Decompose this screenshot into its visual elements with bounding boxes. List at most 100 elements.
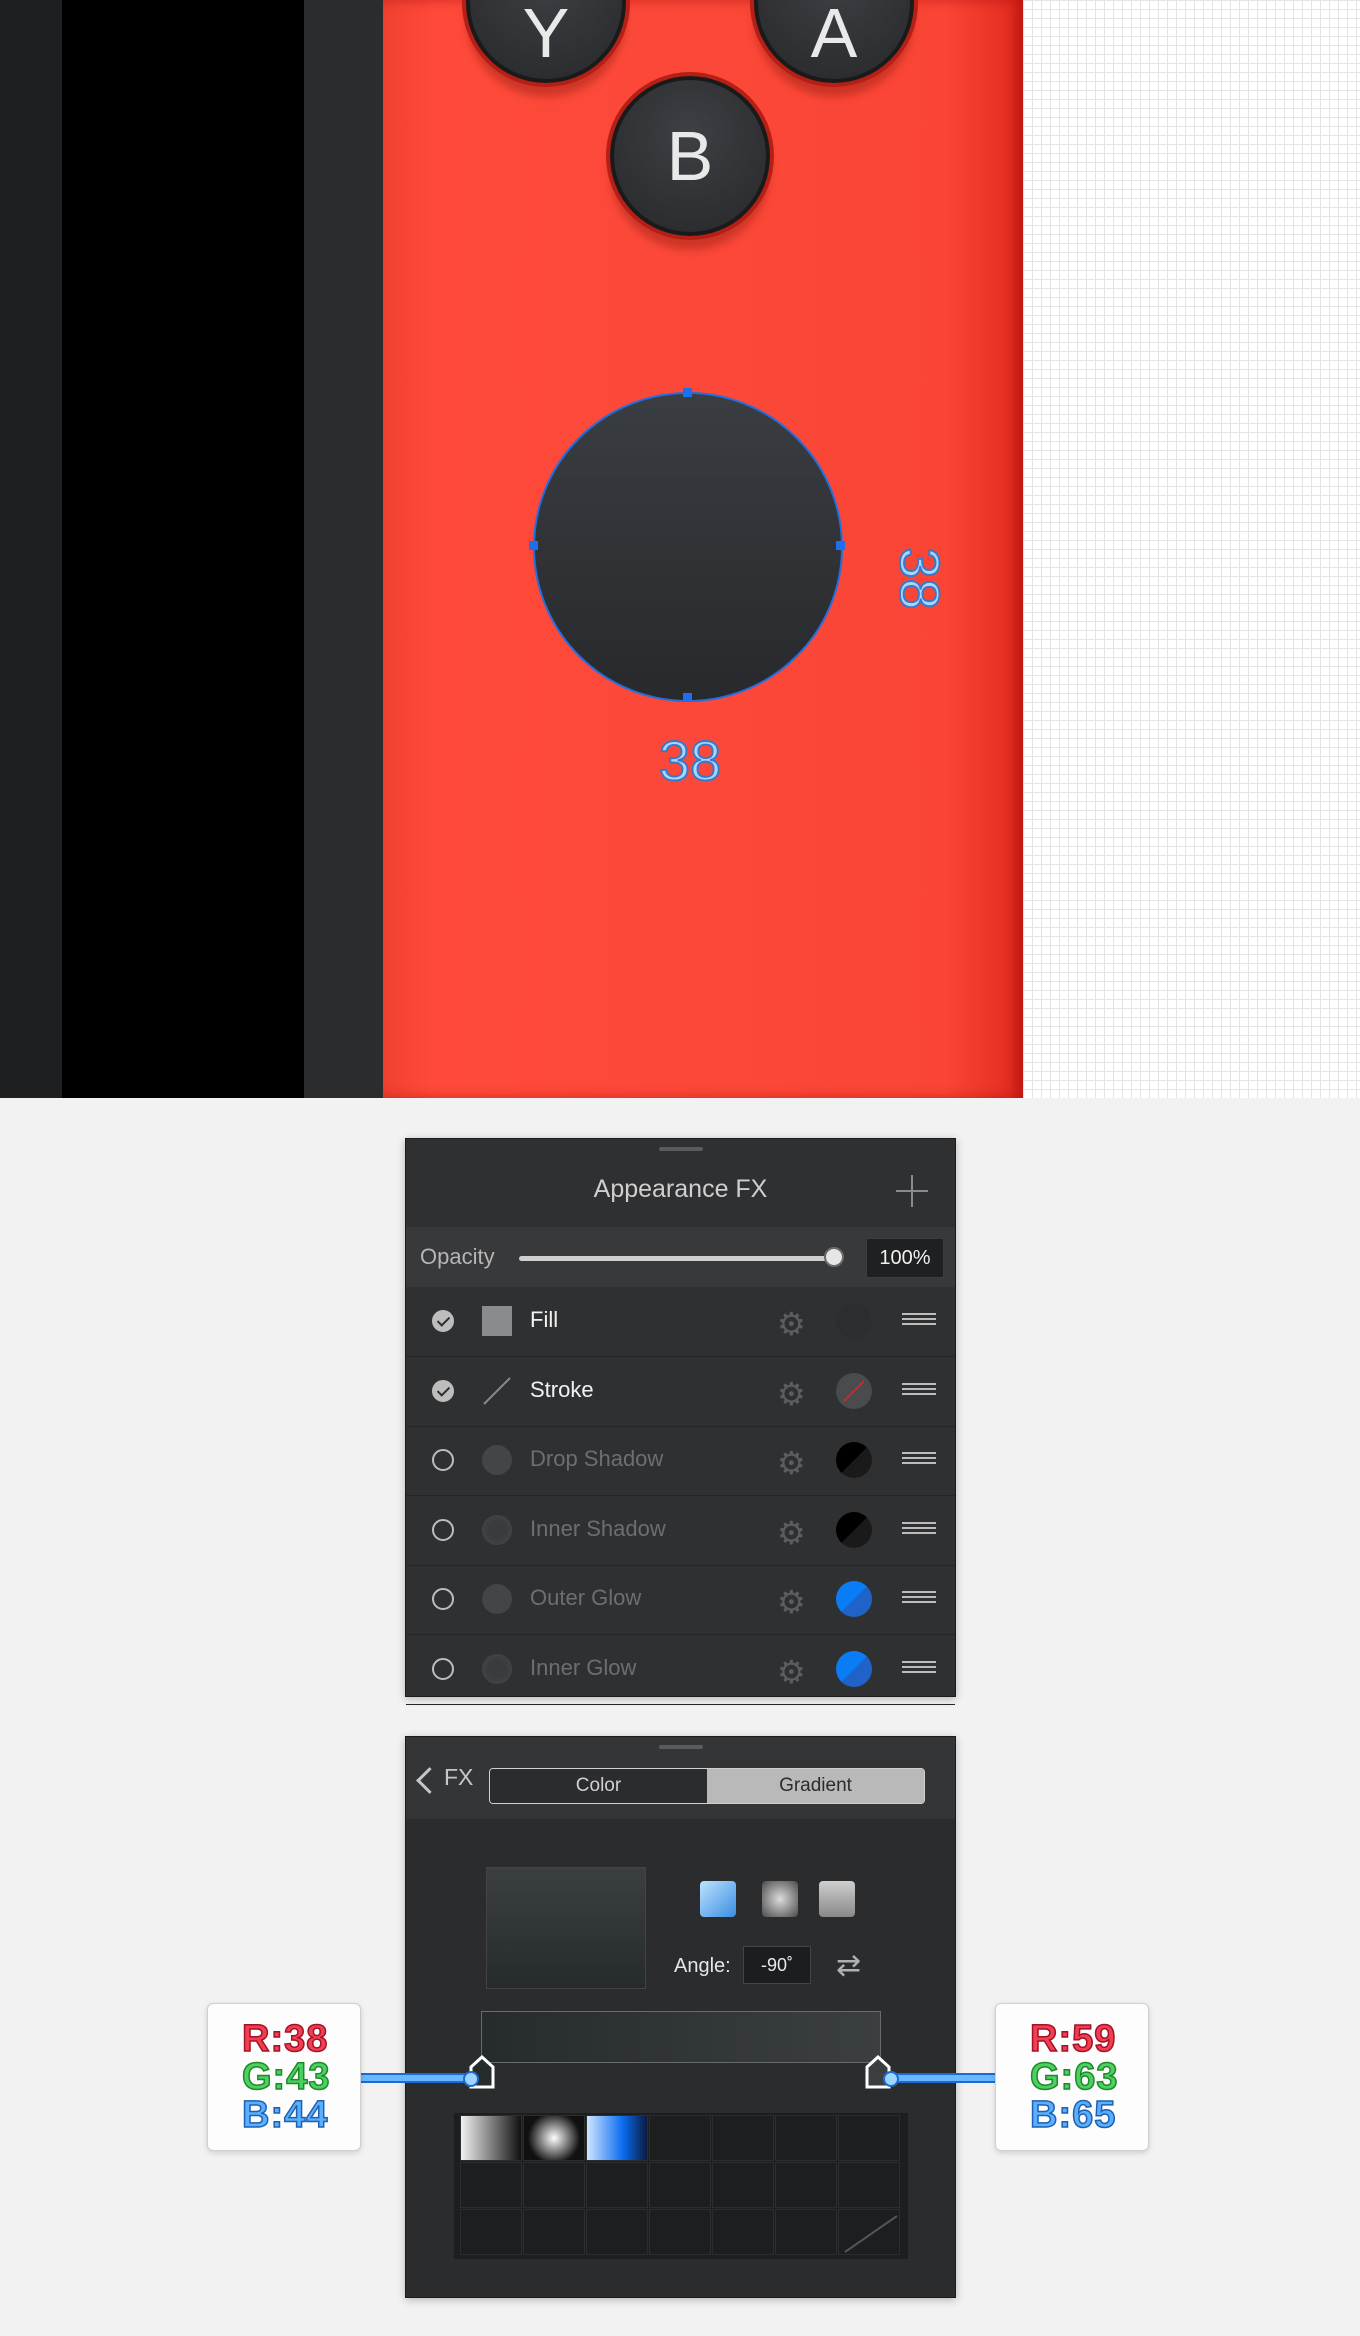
tab-gradient[interactable]: Gradient [707, 1769, 924, 1803]
effect-row[interactable]: Outer Glow ⚙ [406, 1565, 955, 1635]
left-stop-connector [361, 2073, 471, 2083]
square-gradient-icon[interactable] [819, 1881, 855, 1917]
right-stop-marker [883, 2071, 899, 2087]
effect-toggle-checkbox[interactable] [432, 1588, 454, 1610]
empty-preset-slot[interactable] [586, 2162, 648, 2208]
left-stop-marker [463, 2071, 479, 2087]
stroke-line-icon [482, 1376, 512, 1406]
gear-icon[interactable]: ⚙ [777, 1446, 811, 1480]
empty-preset-slot[interactable] [775, 2162, 837, 2208]
panel-grip[interactable] [659, 1147, 703, 1151]
gear-icon[interactable]: ⚙ [777, 1655, 811, 1689]
preset-radial-gray-swatch[interactable] [523, 2115, 585, 2161]
blue-value: B:44 [241, 2093, 329, 2137]
effect-toggle-checkbox[interactable] [432, 1449, 454, 1471]
gear-icon[interactable]: ⚙ [777, 1585, 811, 1619]
effect-color-swatch[interactable] [836, 1511, 872, 1548]
gear-icon[interactable]: ⚙ [777, 1307, 811, 1341]
empty-preset-slot[interactable] [523, 2162, 585, 2208]
angle-label: Angle: [674, 1955, 731, 1977]
empty-preset-slot[interactable] [649, 2162, 711, 2208]
b-button-label: B [666, 117, 714, 195]
fill-square-icon [482, 1306, 512, 1336]
inner-shadow-icon [482, 1514, 512, 1545]
reorder-handle-icon[interactable] [902, 1382, 936, 1399]
effect-row[interactable]: Fill ⚙ [406, 1287, 955, 1357]
opacity-slider-knob[interactable] [824, 1247, 844, 1267]
right-stop-connector [890, 2073, 996, 2083]
reorder-handle-icon[interactable] [902, 1313, 936, 1329]
reorder-handle-icon[interactable] [902, 1660, 936, 1677]
empty-preset-slot[interactable] [712, 2209, 774, 2255]
black-strip [62, 0, 304, 1098]
anchor-point-bottom[interactable] [683, 693, 692, 702]
effect-row[interactable]: Stroke ⚙ [406, 1357, 955, 1427]
green-value: G:63 [1029, 2055, 1119, 2099]
anchor-point-left[interactable] [529, 541, 538, 550]
y-button-label: Y [522, 0, 570, 72]
gear-icon[interactable]: ⚙ [777, 1377, 811, 1411]
empty-preset-slot[interactable] [523, 2209, 585, 2255]
empty-preset-slot[interactable] [838, 2115, 900, 2161]
gradient-panel: FX Color Gradient Angle: -90˚ ⇄ [405, 1736, 956, 2298]
empty-preset-slot[interactable] [460, 2162, 522, 2208]
preset-linear-gray-swatch[interactable] [460, 2115, 522, 2161]
dark-strip [0, 0, 62, 1098]
empty-preset-slot[interactable] [649, 2115, 711, 2161]
linear-gradient-icon[interactable] [700, 1881, 736, 1917]
effect-toggle-checkbox[interactable] [432, 1518, 454, 1541]
opacity-value-field[interactable]: 100% [866, 1238, 944, 1278]
drop-shadow-icon [482, 1445, 512, 1475]
effect-color-swatch[interactable] [836, 1581, 872, 1617]
empty-preset-slot[interactable] [712, 2115, 774, 2161]
effect-color-swatch[interactable] [836, 1372, 872, 1409]
reverse-gradient-icon[interactable]: ⇄ [836, 1949, 876, 1983]
selected-circle[interactable] [533, 392, 843, 702]
tab-color[interactable]: Color [490, 1769, 707, 1803]
inner-glow-icon [482, 1653, 512, 1684]
gray-strip [304, 0, 383, 1098]
reorder-handle-icon[interactable] [902, 1452, 936, 1468]
green-value: G:43 [241, 2055, 331, 2099]
chevron-left-icon[interactable] [416, 1767, 443, 1794]
effect-row[interactable]: Inner Shadow ⚙ [406, 1496, 955, 1566]
effect-row[interactable]: Inner Glow ⚙ [406, 1635, 955, 1705]
gear-icon[interactable]: ⚙ [777, 1516, 811, 1550]
preset-linear-blue-swatch[interactable] [586, 2115, 648, 2161]
effect-color-swatch[interactable] [836, 1650, 872, 1687]
empty-preset-slot[interactable] [586, 2209, 648, 2255]
empty-preset-slot[interactable] [712, 2162, 774, 2208]
effect-toggle-checkbox[interactable] [432, 1379, 454, 1402]
empty-preset-slot[interactable] [775, 2209, 837, 2255]
effect-color-swatch[interactable] [836, 1303, 872, 1339]
reorder-handle-icon[interactable] [902, 1521, 936, 1538]
empty-preset-slot[interactable] [838, 2209, 900, 2255]
empty-preset-slot[interactable] [775, 2115, 837, 2161]
left-stop-rgb-callout: R:38 G:43 B:44 [207, 2003, 361, 2151]
empty-preset-slot[interactable] [460, 2209, 522, 2255]
fill-type-segmented-control: Color Gradient [489, 1768, 925, 1804]
opacity-slider[interactable] [519, 1256, 837, 1261]
effect-label: Drop Shadow [530, 1446, 664, 1471]
b-button[interactable]: B [610, 76, 770, 236]
angle-input[interactable]: -90˚ [743, 1946, 811, 1984]
appearance-panel: Appearance FX Opacity 100% Fill ⚙ Stroke ⚙ D… [405, 1138, 956, 1705]
effect-row[interactable]: Drop Shadow ⚙ [406, 1426, 955, 1496]
back-button-label[interactable]: FX [444, 1764, 473, 1791]
reorder-handle-icon[interactable] [902, 1591, 936, 1607]
height-dimension: 38 [888, 546, 953, 610]
add-effect-icon[interactable] [894, 1173, 930, 1209]
panel-grip[interactable] [659, 1745, 703, 1749]
anchor-point-right[interactable] [836, 541, 845, 550]
effect-color-swatch[interactable] [836, 1442, 872, 1478]
red-value: R:38 [241, 2017, 329, 2061]
gradient-bar[interactable] [481, 2011, 881, 2063]
effect-label: Outer Glow [530, 1585, 642, 1610]
panel-title: Appearance FX [593, 1175, 768, 1203]
empty-preset-slot[interactable] [649, 2209, 711, 2255]
effect-toggle-checkbox[interactable] [432, 1657, 454, 1680]
effect-toggle-checkbox[interactable] [432, 1310, 454, 1332]
radial-gradient-icon[interactable] [762, 1881, 798, 1917]
anchor-point-top[interactable] [683, 388, 692, 397]
empty-preset-slot[interactable] [838, 2162, 900, 2208]
